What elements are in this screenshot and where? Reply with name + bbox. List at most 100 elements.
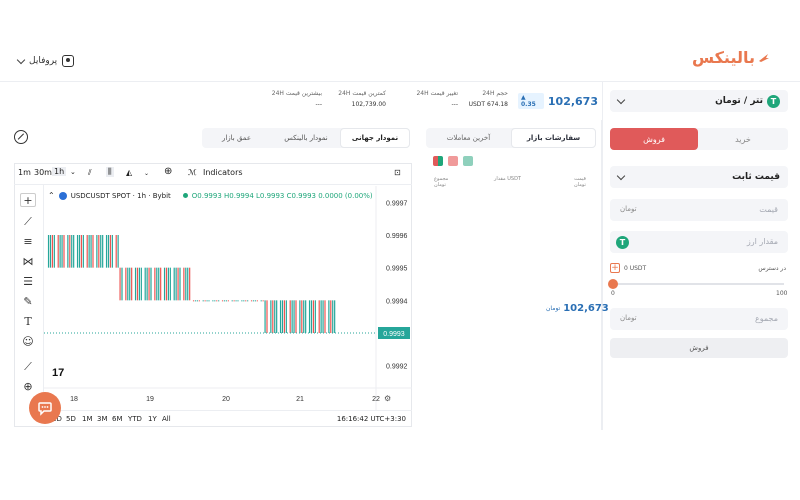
candle: [305, 300, 307, 333]
interval-1m[interactable]: 1m: [18, 168, 31, 177]
tab-buy[interactable]: خرید: [698, 128, 788, 150]
candle: [177, 267, 179, 301]
candle: [165, 267, 168, 301]
collapse-icon[interactable]: ⌃: [48, 191, 55, 200]
candle: [198, 300, 200, 302]
price-header: ▲ 0.35 102,673: [518, 93, 598, 109]
stat-volume: حجم 24H USDT 674.18: [460, 90, 508, 108]
pattern-icon[interactable]: ⋈: [20, 255, 36, 269]
amount-slider-track[interactable]: [614, 283, 784, 285]
profile-menu[interactable]: پروفایل: [16, 55, 75, 67]
view-bids-icon[interactable]: [463, 156, 473, 166]
tab-market-orders[interactable]: سفارشات بازار: [511, 128, 596, 148]
tab-sell[interactable]: فروش: [610, 128, 698, 150]
tab-market-depth[interactable]: عمق بازار: [202, 128, 271, 148]
bar-style-icon[interactable]: ⫽: [88, 168, 92, 178]
candle: [231, 300, 233, 302]
x-tick-label: 18: [70, 396, 78, 403]
profile-label: پروفایل: [29, 56, 58, 66]
candle: [196, 300, 198, 302]
price-field[interactable]: تومان قیمت: [610, 199, 788, 221]
chart-tabs: نمودار جهانی نمودار بالینکس عمق بازار: [202, 128, 410, 148]
compare-plus-icon[interactable]: ⊕: [164, 166, 172, 177]
range-6m[interactable]: 6M: [112, 415, 123, 423]
candle: [252, 300, 255, 302]
crosshair-icon[interactable]: +: [20, 193, 36, 207]
interval-1h[interactable]: 1h: [52, 167, 67, 176]
candle: [163, 267, 166, 301]
zoom-in-icon[interactable]: ⊕: [20, 380, 36, 394]
fullscreen-icon[interactable]: [14, 130, 28, 144]
candle: [144, 267, 146, 301]
tab-balinex-chart[interactable]: نمودار بالینکس: [271, 128, 341, 148]
chart-legend: ⌃ USDCUSDT SPOT · 1h · Bybit O0.9993 H0.…: [48, 191, 373, 200]
indicators-button[interactable]: Indicators: [203, 168, 243, 177]
candle: [208, 300, 210, 302]
x-tick-label: 20: [222, 396, 230, 403]
range-1y[interactable]: 1Y: [148, 415, 157, 423]
camera-icon[interactable]: ⊡: [394, 168, 401, 177]
fib-icon[interactable]: ☰: [20, 275, 36, 289]
candle: [160, 267, 162, 301]
candle: [256, 300, 258, 302]
candle: [102, 235, 104, 268]
text-tool-icon[interactable]: T: [20, 315, 36, 329]
brush-icon[interactable]: ✎: [20, 295, 36, 309]
candle: [202, 300, 204, 302]
candle: [241, 300, 243, 302]
candle: [140, 267, 142, 301]
stat-value: ---: [451, 101, 459, 108]
candle: [119, 267, 121, 301]
trendline-icon[interactable]: ⟋: [20, 215, 36, 229]
ruler-icon[interactable]: ⟋: [20, 360, 36, 374]
order-type-select[interactable]: قیمت ثابت: [610, 166, 788, 188]
market-price: 102,673: [547, 94, 598, 108]
candle: [82, 235, 84, 268]
view-both-icon[interactable]: [433, 156, 443, 166]
stat-value: USDT 674.18: [468, 101, 508, 108]
amount-field[interactable]: T مقدار ارز: [610, 231, 788, 253]
interval-30m[interactable]: 30m: [34, 168, 52, 177]
tab-global-chart[interactable]: نمودار جهانی: [340, 128, 410, 148]
ob-header-price: قیمت تومان: [574, 176, 586, 188]
candle: [243, 300, 245, 302]
range-ytd[interactable]: YTD: [128, 415, 142, 423]
amount-slider-handle[interactable]: [608, 279, 618, 289]
candle: [111, 235, 113, 268]
view-asks-icon[interactable]: [448, 156, 458, 166]
candle: [225, 300, 227, 302]
tradingview-logo-icon: 17: [52, 367, 64, 379]
stat-label: بیشترین قیمت 24H: [271, 90, 322, 97]
balance-title: در دسترس: [758, 265, 786, 272]
range-all[interactable]: All: [162, 415, 171, 423]
stat-label: تغییر قیمت 24H: [416, 90, 458, 97]
emoji-icon[interactable]: ☺: [20, 335, 36, 349]
horizontal-lines-icon[interactable]: ≡: [20, 235, 36, 249]
candles-icon[interactable]: ⫼: [106, 167, 114, 177]
range-1m[interactable]: 1M: [82, 415, 93, 423]
candle: [303, 300, 305, 333]
tab-recent-trades[interactable]: آخرین معاملات: [426, 128, 511, 148]
chevron-down-icon[interactable]: ⌄: [70, 168, 76, 176]
chevron-down-icon[interactable]: ⌄: [144, 170, 149, 177]
market-open-icon: [182, 193, 188, 198]
area-chart-icon[interactable]: ◭: [126, 168, 132, 177]
candle: [69, 235, 71, 268]
logo-mark-icon: [759, 53, 769, 62]
candle: [154, 267, 156, 301]
brand-logo[interactable]: بالینکس: [692, 48, 770, 67]
range-3m[interactable]: 3M: [97, 415, 108, 423]
sell-submit-button[interactable]: فروش: [610, 338, 788, 358]
market-selector[interactable]: T تتر / تومان: [610, 90, 788, 112]
price-change-value: 0.35: [521, 101, 536, 108]
candle: [88, 235, 90, 268]
brand-name: بالینکس: [691, 48, 755, 67]
support-chat-button[interactable]: [29, 392, 61, 424]
add-balance-icon[interactable]: +: [610, 263, 620, 273]
candle: [51, 235, 53, 268]
candle: [156, 267, 158, 301]
total-field[interactable]: تومان مجموع: [610, 308, 788, 330]
candle: [189, 267, 191, 301]
candle: [47, 235, 50, 268]
range-5d[interactable]: 5D: [66, 415, 76, 423]
